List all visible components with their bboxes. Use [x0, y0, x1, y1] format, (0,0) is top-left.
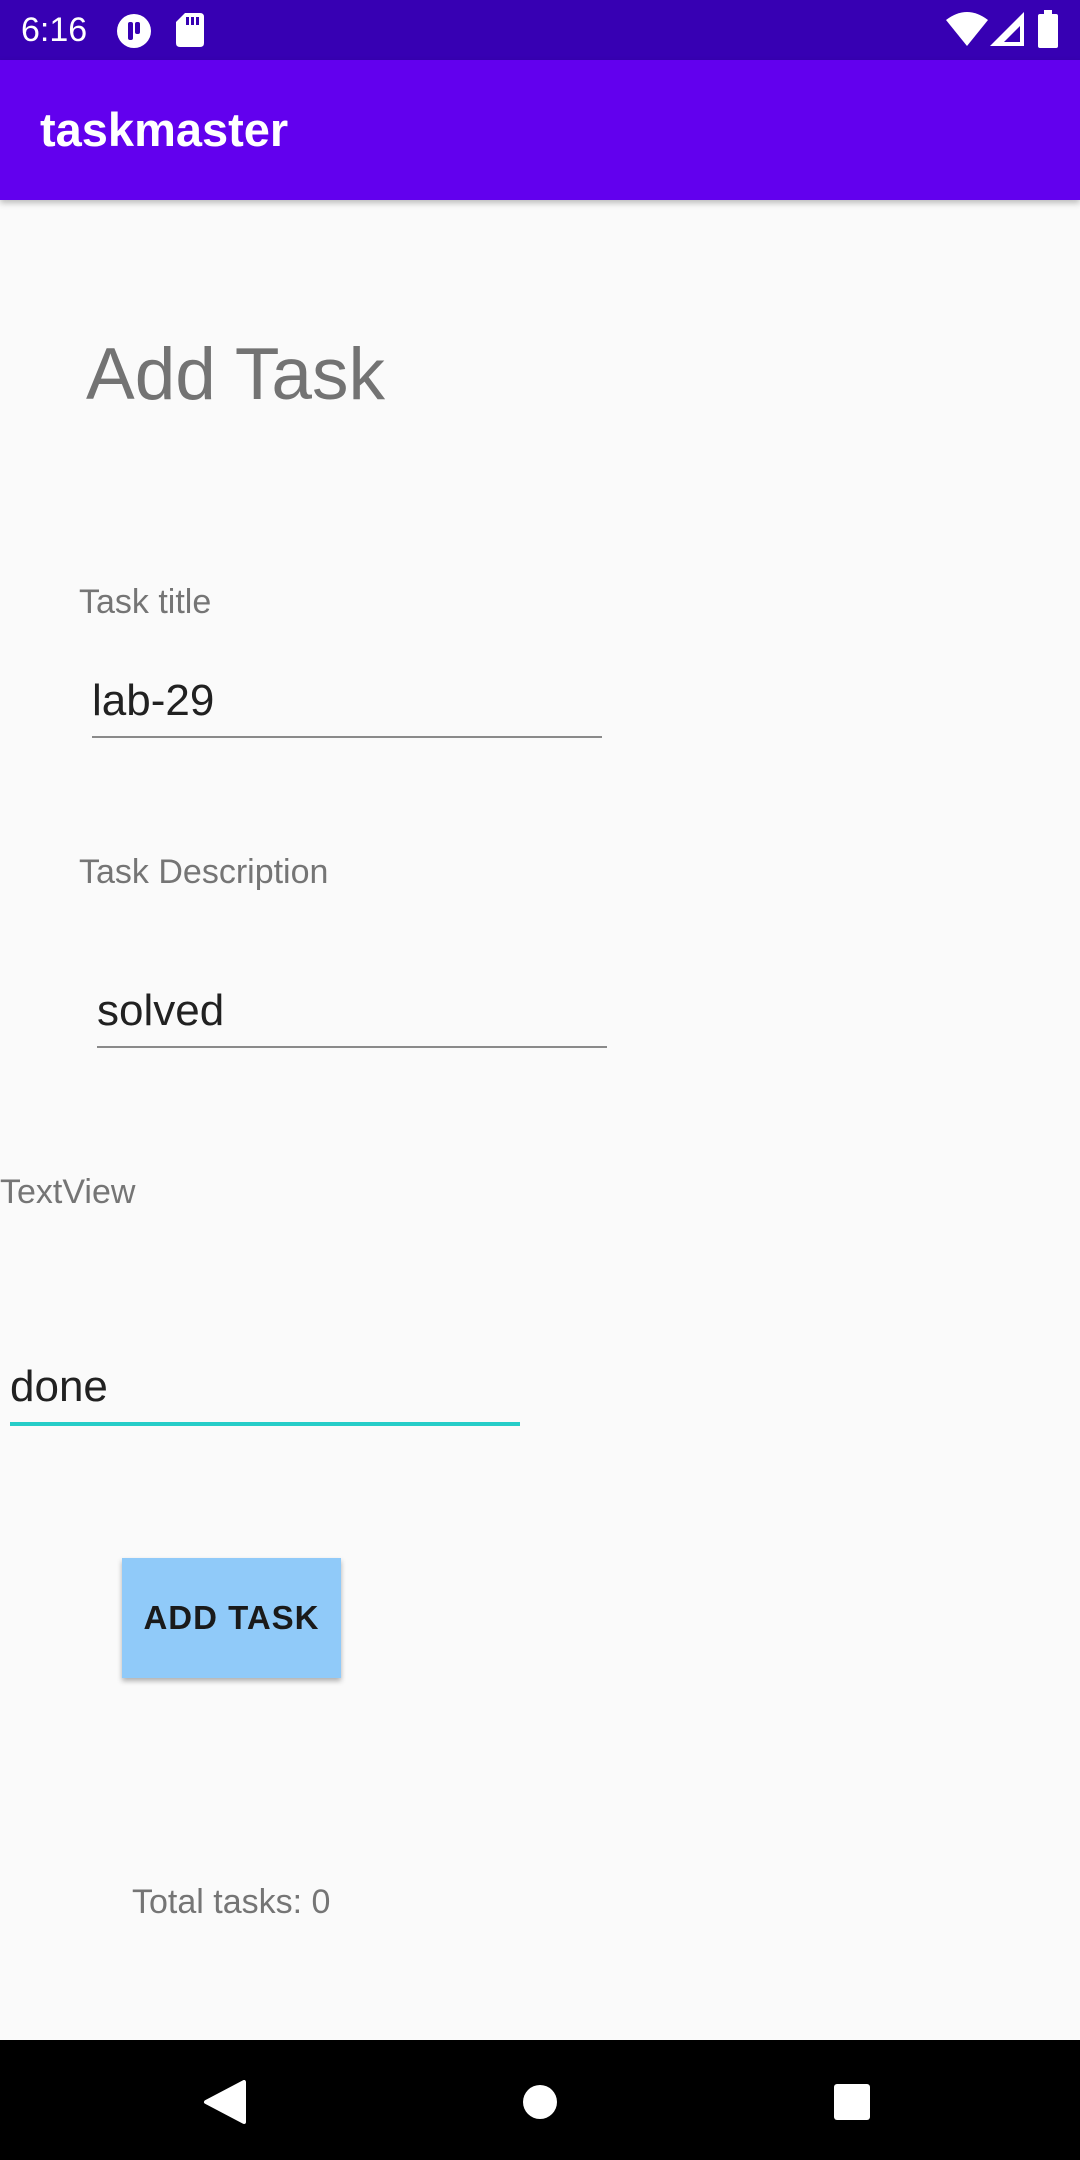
task-state-input[interactable]: done [10, 1360, 520, 1426]
signal-icon [990, 12, 1024, 46]
status-bar: 6:16 [0, 0, 1080, 60]
task-title-label: Task title [79, 583, 212, 621]
add-task-button[interactable]: ADD TASK [122, 1558, 341, 1678]
sd-card-icon [176, 13, 204, 47]
home-icon[interactable] [522, 2084, 558, 2120]
status-time: 6:16 [21, 11, 88, 49]
battery-icon [1038, 10, 1058, 48]
navigation-bar [0, 2040, 1080, 2160]
back-icon[interactable] [200, 2080, 250, 2124]
wifi-icon [946, 12, 988, 46]
task-description-input[interactable]: solved [97, 984, 607, 1048]
app-bar: taskmaster [0, 60, 1080, 200]
pocket-icon [116, 13, 152, 49]
app-title: taskmaster [40, 103, 289, 156]
task-title-input[interactable]: lab-29 [92, 674, 602, 738]
task-description-label: Task Description [79, 853, 329, 891]
recents-icon[interactable] [834, 2084, 870, 2120]
total-tasks-count: Total tasks: 0 [132, 1883, 331, 1921]
page-title: Add Task [86, 334, 385, 415]
task-state-label: TextView [0, 1173, 136, 1211]
